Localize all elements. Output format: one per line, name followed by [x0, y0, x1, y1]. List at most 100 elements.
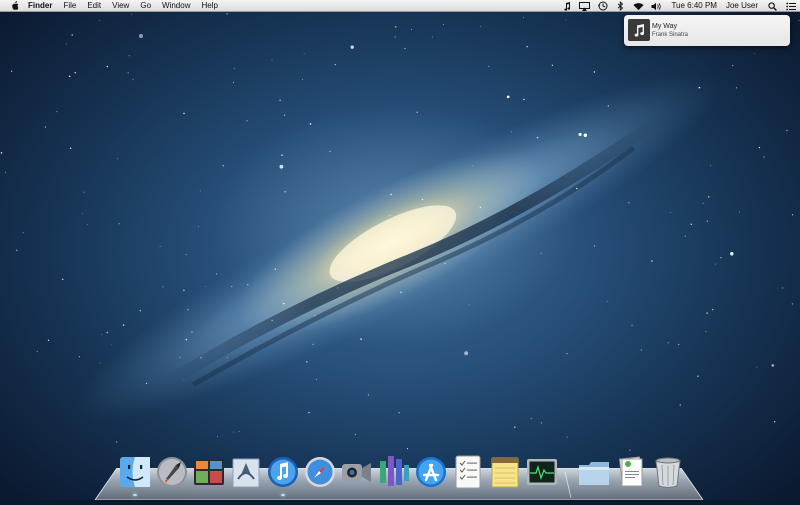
star — [411, 29, 413, 30]
equalizer-app-icon[interactable] — [377, 453, 411, 491]
menu-file[interactable]: File — [63, 0, 76, 12]
app-store-icon[interactable] — [414, 453, 448, 491]
star — [464, 351, 469, 356]
finder-icon[interactable] — [118, 453, 152, 491]
bluetooth-icon[interactable] — [615, 1, 626, 11]
star — [540, 252, 542, 254]
star — [233, 82, 234, 84]
apple-menu-icon[interactable] — [11, 1, 19, 10]
galaxy-image — [0, 0, 800, 500]
star — [69, 147, 72, 149]
volume-icon[interactable] — [651, 1, 662, 11]
notification-center-list-icon[interactable] — [785, 1, 796, 11]
star — [179, 356, 181, 358]
star — [421, 198, 424, 201]
menu-help[interactable]: Help — [201, 0, 217, 12]
facetime-icon[interactable] — [340, 453, 374, 491]
star — [115, 441, 118, 443]
menu-view[interactable]: View — [112, 0, 129, 12]
star — [431, 36, 433, 38]
star — [350, 45, 354, 49]
star — [593, 71, 596, 73]
star — [510, 131, 512, 133]
star — [540, 422, 543, 424]
star — [16, 249, 18, 252]
star — [222, 165, 224, 167]
menu-app-finder[interactable]: Finder — [28, 0, 52, 12]
menu-go[interactable]: Go — [140, 0, 151, 12]
safari-icon[interactable] — [303, 453, 337, 491]
star — [651, 260, 653, 262]
star — [337, 287, 339, 289]
star — [312, 343, 314, 345]
star — [530, 417, 532, 419]
wifi-icon[interactable] — [633, 1, 645, 11]
star — [315, 378, 317, 380]
airplay-icon[interactable] — [579, 1, 591, 11]
music-note-icon — [628, 19, 650, 41]
star — [183, 289, 185, 292]
star — [697, 375, 699, 378]
star — [391, 260, 393, 262]
star — [185, 254, 187, 256]
star — [56, 111, 58, 113]
star — [309, 123, 312, 125]
star — [303, 53, 305, 55]
trash-icon[interactable] — [651, 453, 685, 491]
star — [83, 191, 85, 193]
menubar-user-name[interactable]: Joe User — [726, 0, 758, 12]
star — [200, 357, 202, 359]
applications-folder-icon[interactable] — [577, 453, 611, 491]
star — [551, 64, 554, 66]
star — [187, 309, 189, 311]
star — [271, 59, 273, 61]
star — [398, 412, 400, 414]
spotlight-search-icon[interactable] — [767, 1, 778, 11]
finder-running-indicator — [133, 494, 137, 496]
music-note-icon[interactable] — [561, 1, 572, 11]
star — [706, 220, 708, 222]
reminders-icon[interactable] — [451, 453, 485, 491]
menu-window[interactable]: Window — [162, 0, 190, 12]
itunes-icon[interactable] — [266, 453, 300, 491]
star — [183, 379, 185, 380]
star — [139, 309, 142, 312]
notes-icon[interactable] — [488, 453, 522, 491]
mission-control-icon[interactable] — [192, 453, 226, 491]
star — [306, 361, 308, 363]
star — [731, 64, 734, 67]
star — [416, 111, 418, 114]
star — [628, 201, 630, 204]
star — [583, 133, 588, 137]
star — [127, 72, 129, 74]
star — [367, 394, 369, 396]
star — [360, 338, 362, 340]
star — [132, 78, 134, 80]
star — [284, 190, 286, 193]
star — [479, 206, 481, 209]
star — [782, 287, 784, 289]
star — [111, 344, 113, 346]
star — [677, 343, 680, 346]
star — [394, 36, 396, 38]
time-machine-icon[interactable] — [597, 1, 608, 11]
star — [145, 382, 148, 385]
star — [283, 114, 286, 117]
activity-monitor-icon[interactable] — [525, 453, 559, 491]
launchpad-icon[interactable] — [155, 453, 189, 491]
documents-stack-icon[interactable] — [614, 453, 648, 491]
star — [131, 14, 133, 15]
star — [730, 252, 734, 256]
star — [791, 303, 794, 305]
star — [11, 70, 13, 72]
star — [578, 132, 582, 136]
star — [329, 150, 331, 153]
menubar-clock[interactable]: Tue 6:40 PM — [671, 0, 717, 12]
star — [246, 120, 248, 122]
star — [606, 300, 608, 302]
mail-icon[interactable] — [229, 453, 263, 491]
star — [5, 171, 7, 173]
menu-edit[interactable]: Edit — [87, 0, 101, 12]
notification-banner[interactable]: My Way Frank Sinatra — [624, 15, 790, 46]
star — [389, 215, 391, 217]
